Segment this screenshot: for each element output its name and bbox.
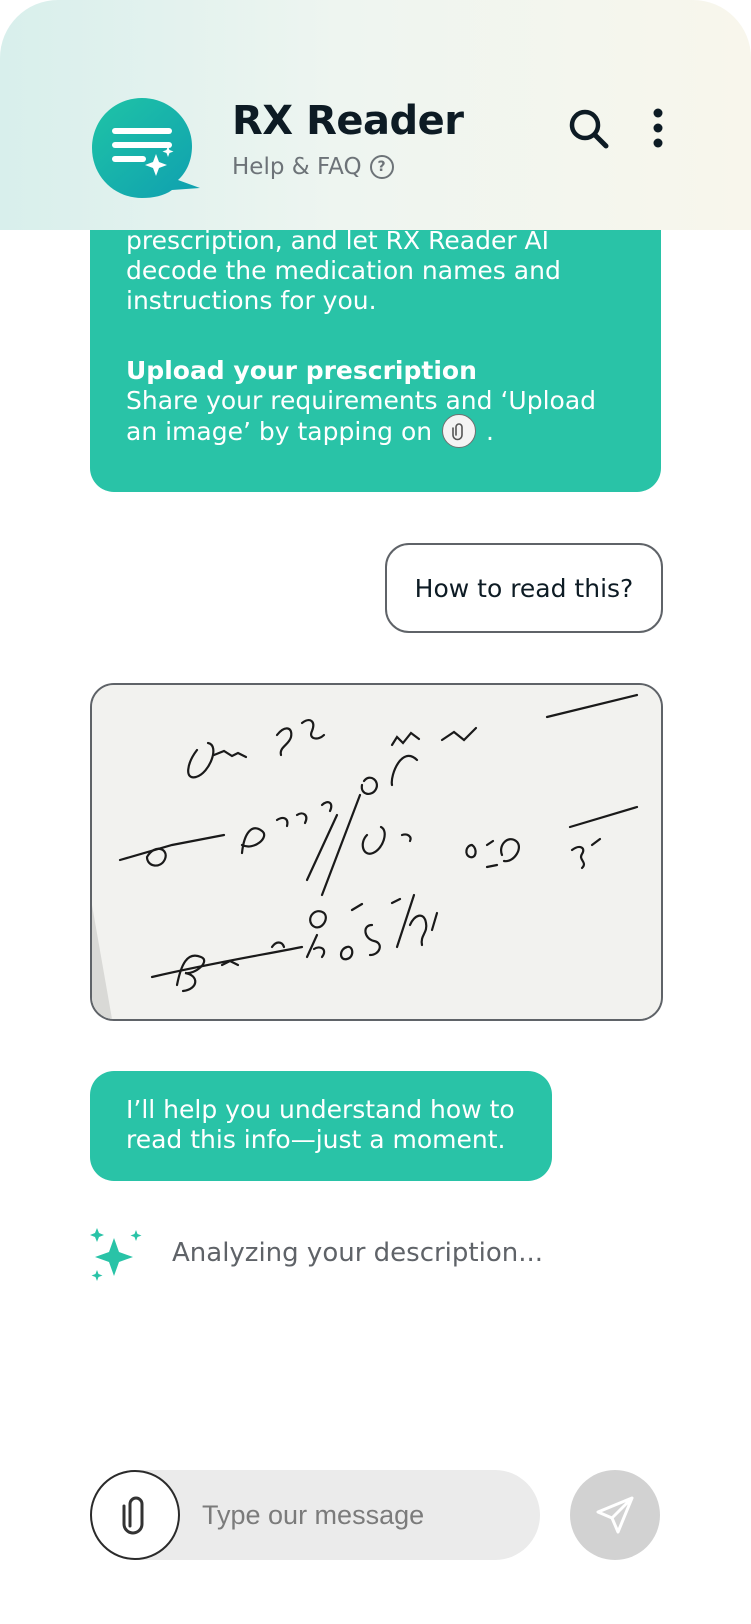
upload-text-before: Share your requirements and ‘Upload an i… (126, 386, 597, 446)
bot-reply-text: I’ll help you understand how to read thi… (126, 1095, 515, 1154)
upload-title: Upload your prescription (126, 356, 477, 385)
app-logo-icon (90, 96, 202, 200)
paperclip-icon (122, 1496, 144, 1535)
send-icon (596, 1496, 634, 1534)
attach-button[interactable] (90, 1470, 180, 1560)
send-button[interactable] (570, 1470, 660, 1560)
bot-reply-message: I’ll help you understand how to read thi… (90, 1071, 552, 1181)
app-header: RX Reader Help & FAQ ? (0, 0, 751, 230)
help-faq-label: Help & FAQ (232, 154, 362, 180)
more-vertical-icon (653, 108, 663, 148)
help-faq-link[interactable]: Help & FAQ ? (232, 154, 394, 180)
more-options-button[interactable] (646, 108, 670, 150)
handwritten-prescription-photo (92, 685, 661, 1019)
bot-intro-message: prescription, and let RX Reader AI decod… (90, 200, 661, 492)
question-circle-icon: ? (369, 155, 394, 179)
search-icon (569, 109, 609, 149)
upload-text-after: . (486, 417, 494, 446)
bot-intro-text: prescription, and let RX Reader AI decod… (126, 226, 561, 315)
inline-paperclip-icon (442, 414, 477, 448)
prescription-image[interactable] (90, 683, 663, 1021)
message-input[interactable] (200, 1492, 524, 1538)
search-button[interactable] (566, 106, 612, 152)
user-message: How to read this? (385, 543, 663, 633)
app-title: RX Reader (232, 98, 464, 144)
analyzing-status: Analyzing your description... (172, 1238, 544, 1268)
upload-instructions: Share your requirements and ‘Upload an i… (126, 386, 626, 450)
ai-sparkle-icon (88, 1228, 144, 1284)
